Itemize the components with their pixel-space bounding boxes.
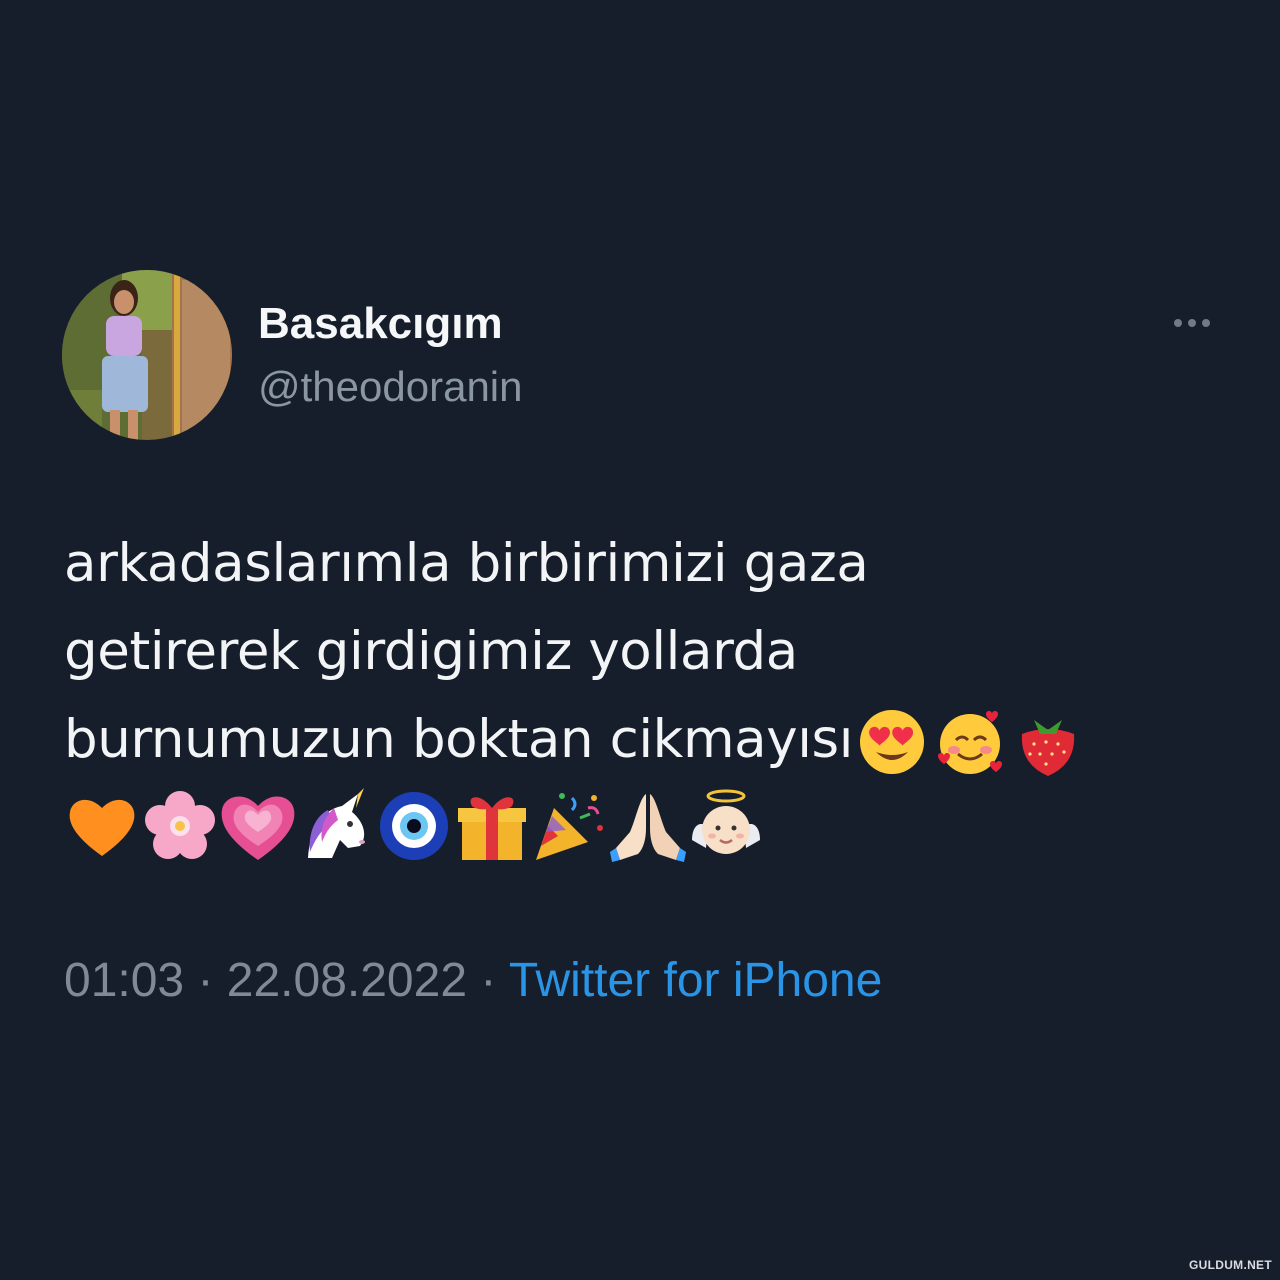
watermark: GULDUM.NET xyxy=(1189,1258,1272,1272)
display-name[interactable]: Basakcıgım xyxy=(258,298,503,350)
tweet-text-line-3: burnumuzun boktan cikmayısı xyxy=(64,696,1224,784)
tweet-text-line-3-words: burnumuzun boktan cikmayısı xyxy=(64,709,854,770)
tweet-time[interactable]: 01:03 xyxy=(64,954,184,1007)
user-handle[interactable]: @theodoranin xyxy=(258,362,523,412)
meta-separator: · xyxy=(184,954,227,1007)
tweet-text: arkadaslarımla birbirimizi gaza getirere… xyxy=(64,520,1224,784)
tweet-source-link[interactable]: Twitter for iPhone xyxy=(509,954,883,1007)
emoji-row xyxy=(64,788,766,864)
cherry-blossom-emoji xyxy=(145,791,215,859)
meta-separator: · xyxy=(467,954,509,1007)
more-options-icon[interactable] xyxy=(1164,306,1220,340)
tweet-meta: 01:03 · 22.08.2022 · Twitter for iPhone xyxy=(64,953,882,1009)
folded-hands-emoji xyxy=(610,794,686,862)
avatar[interactable] xyxy=(62,270,232,440)
tweet-text-line-1: arkadaslarımla birbirimizi gaza xyxy=(64,533,869,594)
smiling-face-with-hearts-emoji xyxy=(938,711,1003,775)
tweet-card: Basakcıgım @theodoranin arkadaslarımla b… xyxy=(0,0,1280,1280)
nazar-amulet-emoji xyxy=(380,792,448,860)
growing-heart-emoji xyxy=(221,796,295,860)
orange-heart-emoji xyxy=(69,799,135,856)
unicorn-emoji xyxy=(308,788,365,858)
strawberry-emoji xyxy=(1021,720,1075,777)
tweet-date[interactable]: 22.08.2022 xyxy=(227,954,467,1007)
tweet-text-line-2: getirerek girdigimiz yollarda xyxy=(64,621,798,682)
party-popper-emoji xyxy=(536,793,603,860)
baby-angel-emoji xyxy=(692,789,760,854)
heart-eyes-face-emoji xyxy=(860,710,925,775)
wrapped-gift-emoji xyxy=(458,797,526,860)
